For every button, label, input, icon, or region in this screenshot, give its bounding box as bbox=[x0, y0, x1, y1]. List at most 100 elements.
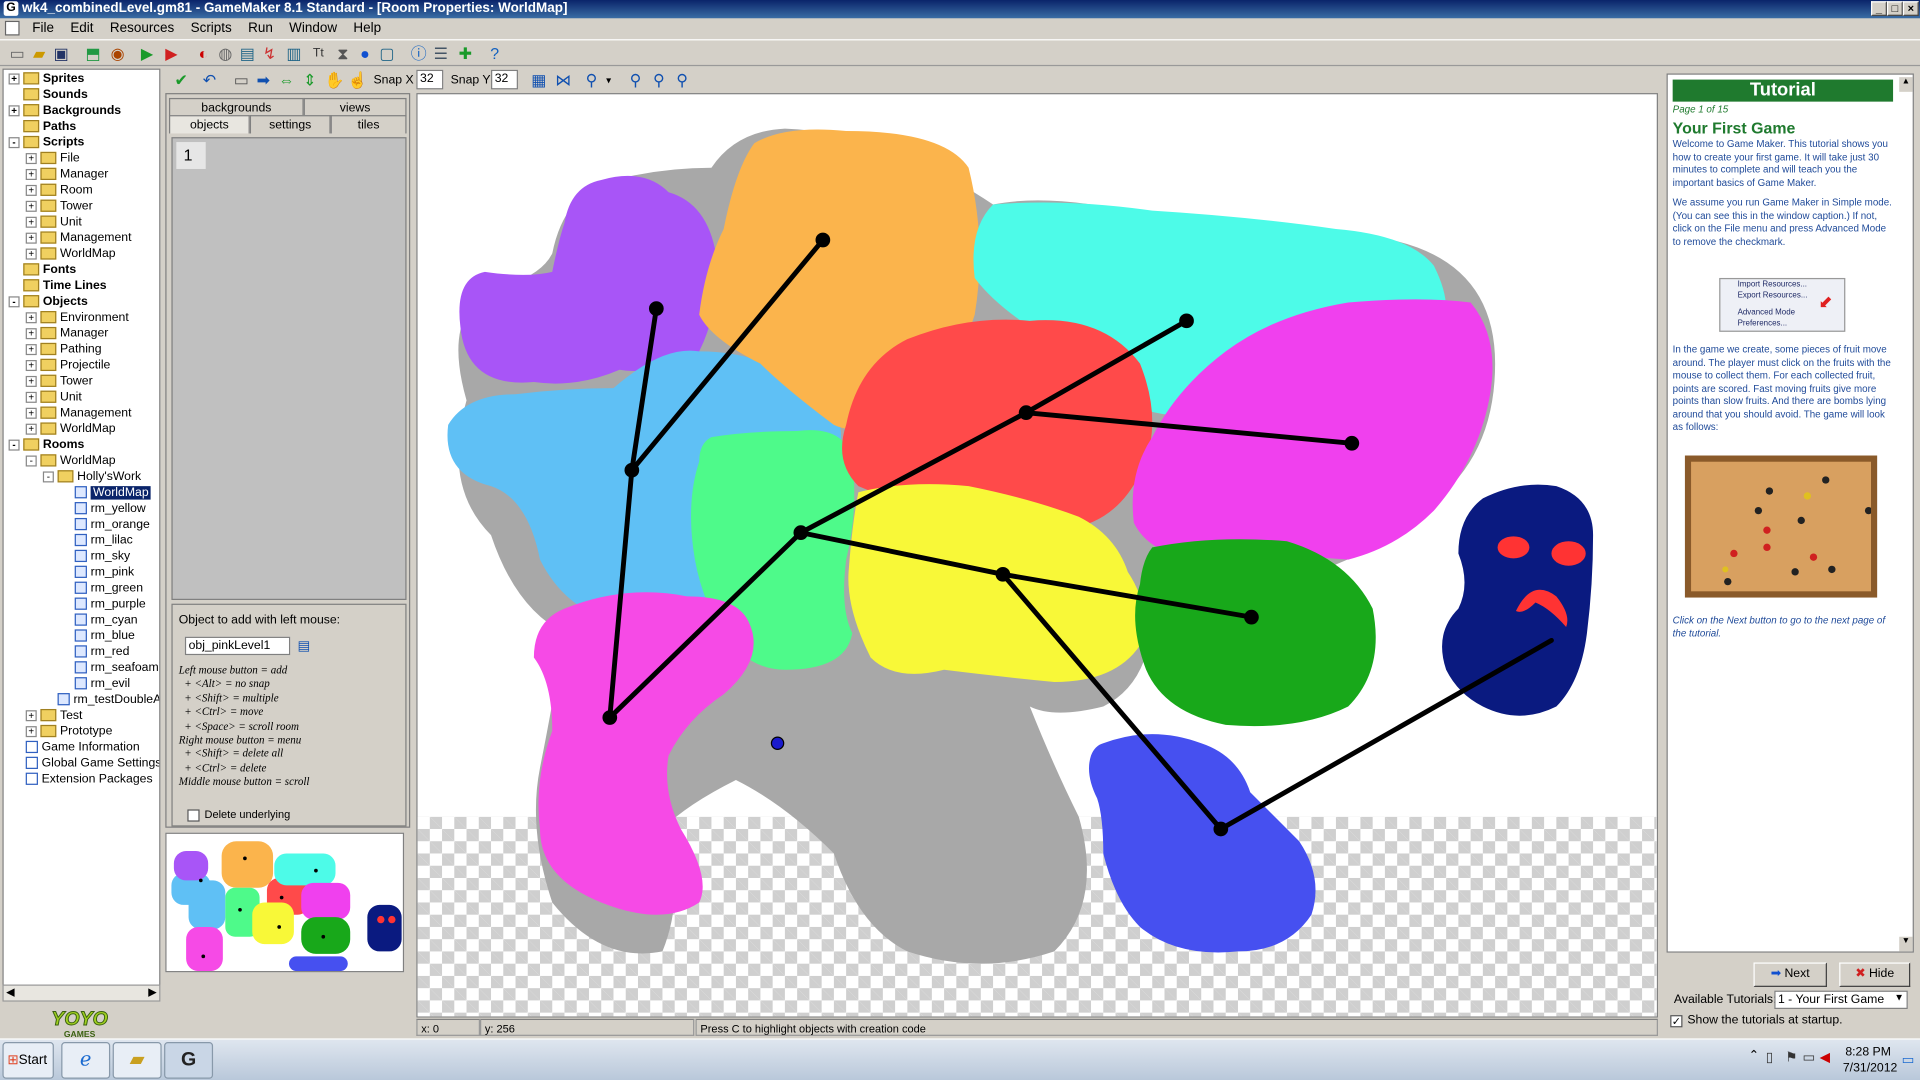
minimize-button[interactable]: _ bbox=[1871, 1, 1887, 16]
collapse-icon[interactable]: - bbox=[8, 296, 20, 308]
expand-icon[interactable]: + bbox=[25, 153, 37, 165]
tray-volume-icon[interactable]: ◀ bbox=[1820, 1049, 1830, 1066]
expand-icon[interactable]: + bbox=[25, 232, 37, 244]
shift-right-icon[interactable]: ➡ bbox=[253, 71, 273, 91]
zoom-out-icon[interactable]: ⚲ bbox=[626, 71, 646, 91]
create-font-icon[interactable]: Tt bbox=[309, 44, 329, 64]
game-info-icon[interactable]: ⓘ bbox=[409, 44, 429, 64]
unlock-icon[interactable]: ☝ bbox=[348, 71, 368, 91]
dropdown-arrow-icon[interactable]: ▾ bbox=[599, 71, 619, 91]
expand-icon[interactable]: + bbox=[25, 407, 37, 419]
expand-icon[interactable]: + bbox=[25, 726, 37, 738]
create-room-icon[interactable]: ▢ bbox=[377, 44, 397, 64]
menu-run[interactable]: Run bbox=[242, 18, 279, 38]
zoom-in-icon[interactable]: ⚲ bbox=[672, 71, 692, 91]
snap-x-input[interactable]: 32 bbox=[416, 69, 444, 90]
room-canvas[interactable] bbox=[416, 93, 1658, 1018]
tab-tiles[interactable]: tiles bbox=[330, 115, 407, 134]
tray-flag-icon[interactable]: ⚑ bbox=[1785, 1049, 1797, 1066]
grid-icon[interactable]: ▦ bbox=[529, 71, 549, 91]
menu-file[interactable]: File bbox=[26, 18, 60, 38]
start-button[interactable]: ⊞Start bbox=[2, 1042, 54, 1079]
tray-expand-icon[interactable]: ⌃ bbox=[1749, 1049, 1759, 1062]
collapse-icon[interactable]: - bbox=[42, 471, 54, 483]
object-picker-icon[interactable]: ▤ bbox=[298, 638, 315, 655]
clock-time[interactable]: 8:28 PM bbox=[1845, 1046, 1891, 1059]
expand-icon[interactable]: + bbox=[25, 391, 37, 403]
expand-icon[interactable]: + bbox=[8, 73, 20, 85]
collapse-icon[interactable]: - bbox=[8, 439, 20, 451]
publish-icon[interactable]: ⬒ bbox=[83, 44, 103, 64]
clock-date[interactable]: 7/31/2012 bbox=[1843, 1062, 1897, 1075]
create-executable-icon[interactable]: ◉ bbox=[108, 44, 128, 64]
collapse-icon[interactable]: - bbox=[25, 455, 37, 467]
expand-icon[interactable]: + bbox=[25, 312, 37, 324]
menu-scripts[interactable]: Scripts bbox=[184, 18, 237, 38]
open-icon[interactable]: ▰ bbox=[29, 44, 49, 64]
tab-objects[interactable]: objects bbox=[168, 115, 250, 134]
debug-icon[interactable]: ▶ bbox=[162, 44, 182, 64]
expand-icon[interactable]: + bbox=[25, 248, 37, 260]
show-desktop-icon[interactable]: ▭ bbox=[1902, 1052, 1915, 1068]
close-button[interactable]: × bbox=[1902, 1, 1919, 16]
expand-icon[interactable]: + bbox=[25, 184, 37, 196]
lock-icon[interactable]: ✋ bbox=[324, 71, 344, 91]
scroll-left-icon[interactable]: ◀ bbox=[6, 986, 14, 999]
sort-x-icon[interactable]: ⇔ bbox=[277, 71, 297, 91]
expand-icon[interactable]: + bbox=[25, 216, 37, 228]
snap-y-input[interactable]: 32 bbox=[491, 69, 518, 90]
delete-underlying-checkbox[interactable] bbox=[187, 809, 200, 822]
expand-icon[interactable]: + bbox=[8, 105, 20, 117]
create-sound-icon[interactable]: ◍ bbox=[216, 44, 236, 64]
tutorial-scroll-down-icon[interactable]: ▼ bbox=[1899, 936, 1913, 952]
tab-settings[interactable]: settings bbox=[249, 115, 331, 134]
expand-icon[interactable]: + bbox=[25, 375, 37, 387]
global-settings-icon[interactable]: ☰ bbox=[431, 44, 451, 64]
tray-network-icon[interactable]: ▯ bbox=[1766, 1049, 1773, 1066]
create-object-icon[interactable]: ● bbox=[355, 44, 375, 64]
expand-icon[interactable]: + bbox=[25, 423, 37, 435]
new-icon[interactable]: ▭ bbox=[7, 44, 27, 64]
room-minimap[interactable] bbox=[165, 832, 405, 973]
expand-icon[interactable]: + bbox=[25, 360, 37, 372]
tab-views[interactable]: views bbox=[303, 97, 407, 117]
create-script-icon[interactable]: ▥ bbox=[284, 44, 304, 64]
create-background-icon[interactable]: ▤ bbox=[238, 44, 258, 64]
expand-icon[interactable]: + bbox=[25, 200, 37, 212]
maximize-button[interactable]: □ bbox=[1886, 1, 1903, 16]
expand-icon[interactable]: + bbox=[25, 344, 37, 356]
save-icon[interactable]: ▣ bbox=[51, 44, 71, 64]
tree-horizontal-scrollbar[interactable]: ◀ ▶ bbox=[2, 984, 161, 1002]
create-timeline-icon[interactable]: ⧗ bbox=[333, 44, 353, 64]
explorer-folder-icon[interactable]: ▰ bbox=[112, 1042, 162, 1079]
scroll-right-icon[interactable]: ▶ bbox=[148, 986, 156, 999]
help-icon[interactable]: ? bbox=[485, 44, 505, 64]
menu-window[interactable]: Window bbox=[283, 18, 343, 38]
sort-y-icon[interactable]: ⇕ bbox=[300, 71, 320, 91]
create-path-icon[interactable]: ↯ bbox=[260, 44, 280, 64]
zoom-normal-icon[interactable]: ⚲ bbox=[649, 71, 669, 91]
instance-list[interactable]: 1 bbox=[171, 137, 407, 601]
expand-icon[interactable]: + bbox=[25, 710, 37, 722]
menu-edit[interactable]: Edit bbox=[64, 18, 99, 38]
menu-help[interactable]: Help bbox=[347, 18, 387, 38]
extension-icon[interactable]: ✚ bbox=[456, 44, 476, 64]
world-map-drawing[interactable] bbox=[418, 94, 1658, 1017]
create-sprite-icon[interactable]: ◐ bbox=[193, 44, 213, 64]
clear-room-icon[interactable]: ▭ bbox=[231, 71, 251, 91]
gamemaker-task-icon[interactable]: G bbox=[164, 1042, 214, 1079]
internet-explorer-icon[interactable]: ℯ bbox=[61, 1042, 111, 1079]
expand-icon[interactable]: + bbox=[25, 168, 37, 181]
isometric-grid-icon[interactable]: ⋈ bbox=[553, 71, 573, 91]
select-chevron-down-icon[interactable]: ▼ bbox=[1894, 992, 1904, 1003]
collapse-icon[interactable]: - bbox=[8, 137, 20, 149]
undo-icon[interactable]: ↶ bbox=[200, 71, 220, 91]
expand-icon[interactable]: + bbox=[25, 328, 37, 340]
hide-button[interactable]: ✖ Hide bbox=[1839, 962, 1911, 987]
menu-resources[interactable]: Resources bbox=[104, 18, 181, 38]
next-button[interactable]: ➡ Next bbox=[1753, 962, 1827, 987]
available-tutorials-select[interactable]: 1 - Your First Game bbox=[1774, 990, 1908, 1009]
tray-monitor-icon[interactable]: ▭ bbox=[1802, 1049, 1815, 1066]
run-icon[interactable]: ▶ bbox=[137, 44, 157, 64]
tutorial-scroll-up-icon[interactable]: ▲ bbox=[1899, 77, 1913, 92]
